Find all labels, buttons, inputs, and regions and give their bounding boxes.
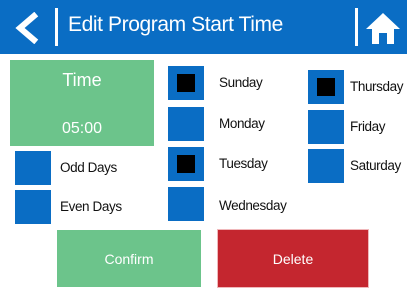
- even-days-checkbox[interactable]: [15, 190, 51, 224]
- tuesday-checkbox[interactable]: [168, 147, 204, 181]
- even-days-label: Even Days: [60, 199, 122, 214]
- saturday-label: Saturday: [350, 158, 401, 173]
- monday-checkbox[interactable]: [168, 107, 204, 141]
- thursday-checkbox[interactable]: [308, 70, 344, 104]
- time-button[interactable]: Time 05:00: [10, 60, 154, 146]
- home-icon[interactable]: [365, 11, 401, 45]
- sunday-label: Sunday: [219, 75, 263, 90]
- page-title: Edit Program Start Time: [68, 13, 283, 36]
- time-value: 05:00: [61, 120, 103, 137]
- confirm-button[interactable]: Confirm: [57, 230, 201, 287]
- saturday-checkbox[interactable]: [308, 149, 344, 183]
- tuesday-label: Tuesday: [219, 156, 268, 171]
- delete-button[interactable]: Delete: [218, 230, 368, 287]
- odd-days-checkbox[interactable]: [15, 151, 51, 185]
- friday-checkbox[interactable]: [308, 110, 344, 144]
- back-arrow-icon[interactable]: [10, 12, 44, 44]
- header-divider: [355, 8, 358, 46]
- wednesday-label: Wednesday: [219, 198, 287, 213]
- wednesday-checkbox[interactable]: [168, 187, 204, 221]
- thursday-label: Thursday: [350, 79, 404, 94]
- checked-mark: [317, 78, 335, 96]
- checked-mark: [177, 74, 195, 92]
- header-bar: Edit Program Start Time: [0, 0, 407, 54]
- odd-days-label: Odd Days: [60, 160, 117, 175]
- header-divider: [55, 8, 58, 46]
- friday-label: Friday: [350, 119, 386, 134]
- sunday-checkbox[interactable]: [168, 66, 204, 100]
- time-label: Time: [62, 70, 102, 90]
- monday-label: Monday: [219, 116, 265, 131]
- checked-mark: [177, 155, 195, 173]
